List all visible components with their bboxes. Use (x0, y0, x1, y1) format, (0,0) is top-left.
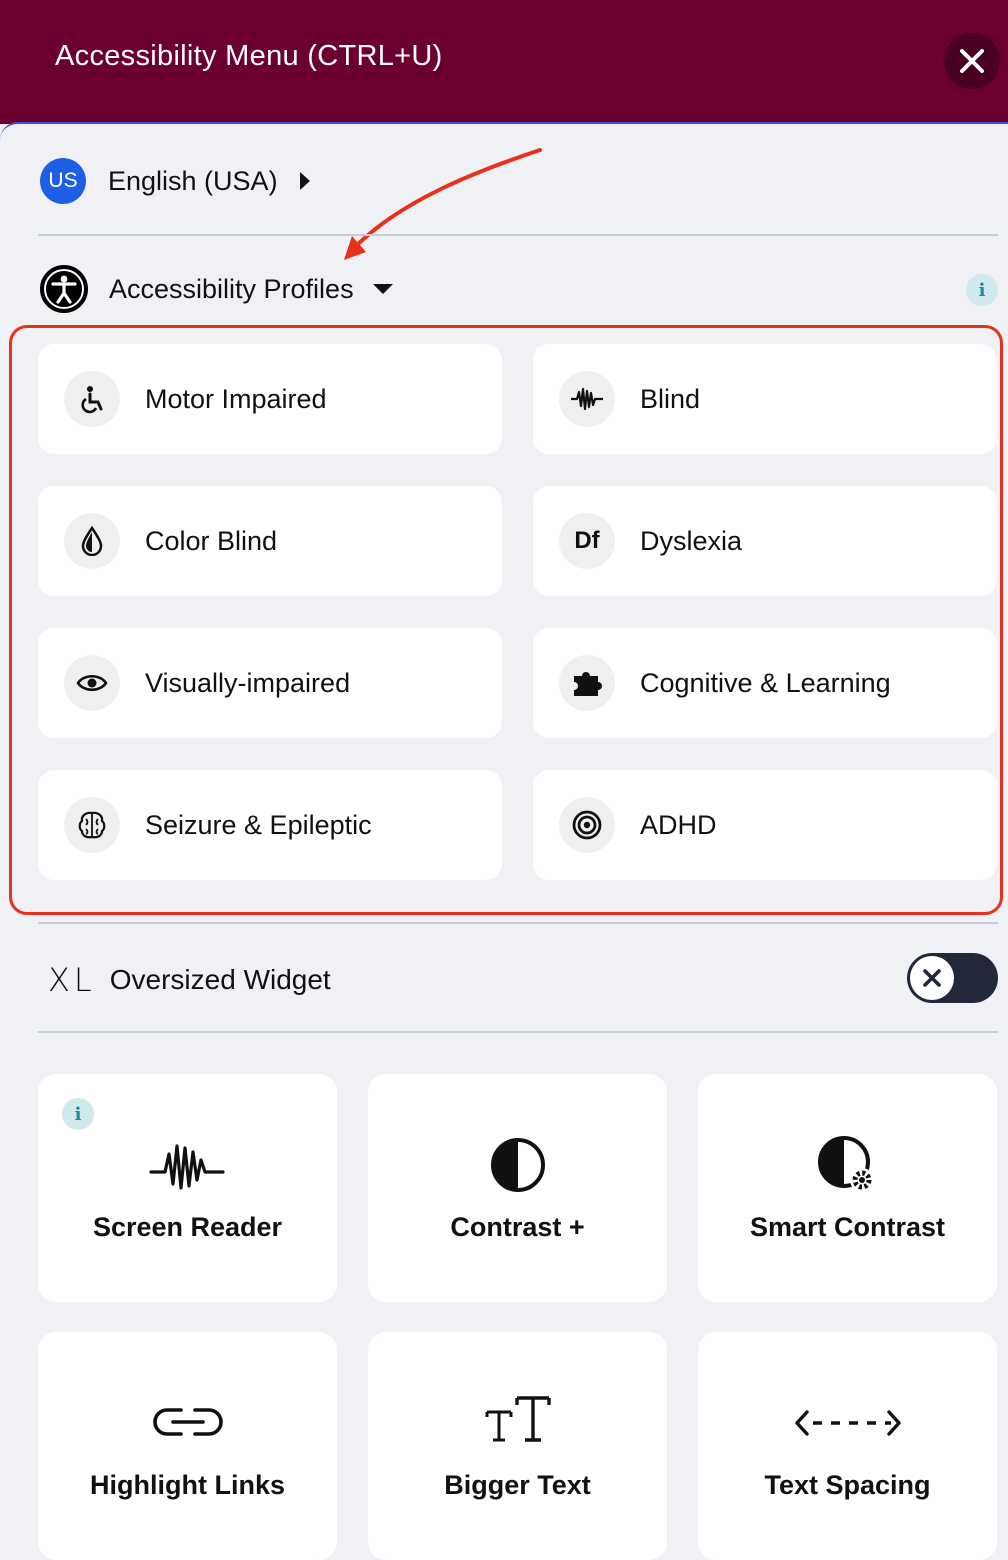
tool-contrast-plus[interactable]: Contrast + (368, 1074, 667, 1302)
tool-label: Highlight Links (90, 1470, 285, 1500)
tool-bigger-text[interactable]: Bigger Text (368, 1332, 667, 1560)
toggle-off-icon (923, 969, 941, 987)
divider (38, 1031, 998, 1033)
tool-label: Bigger Text (444, 1470, 591, 1500)
link-icon (152, 1408, 223, 1436)
oversized-widget-toggle[interactable] (907, 953, 998, 1003)
menu-title: Accessibility Menu (CTRL+U) (55, 40, 443, 72)
tool-smart-contrast[interactable]: Smart Contrast (698, 1074, 997, 1302)
close-button[interactable] (944, 33, 1000, 89)
toggle-knob (910, 956, 954, 1000)
divider (38, 234, 998, 236)
contrast-icon (490, 1138, 545, 1192)
tool-label: Screen Reader (92, 1212, 283, 1242)
us-flag-icon: US (40, 158, 86, 204)
profiles-toggle[interactable]: Accessibility Profiles (40, 264, 393, 314)
spacing-arrows-icon (794, 1410, 901, 1436)
caret-right-icon (299, 172, 310, 190)
annotation-arrow-icon (344, 148, 542, 260)
caret-down-icon (372, 284, 393, 294)
language-selector[interactable]: US English (USA) (40, 158, 310, 204)
text-size-icon (485, 1396, 551, 1442)
menu-header: Accessibility Menu (CTRL+U) (0, 0, 1008, 124)
close-icon (960, 49, 984, 73)
smart-contrast-icon (817, 1136, 874, 1192)
screen-reader-info-icon[interactable]: i (62, 1098, 94, 1130)
language-label: English (USA) (108, 165, 278, 196)
tool-label: Text Spacing (764, 1470, 931, 1500)
tool-label: Contrast + (450, 1212, 585, 1242)
profiles-info-icon[interactable]: i (966, 274, 998, 306)
sound-wave-icon (148, 1144, 225, 1190)
tool-screen-reader[interactable]: i Screen Reader (38, 1074, 337, 1302)
profiles-title: Accessibility Profiles (109, 273, 354, 304)
tool-label: Smart Contrast (749, 1212, 946, 1242)
oversized-widget-row: XL Oversized Widget (48, 958, 331, 1002)
oversized-widget-label: Oversized Widget (109, 964, 331, 995)
accessibility-person-icon (40, 265, 88, 313)
annotation-highlight-box (9, 325, 1003, 915)
tool-text-spacing[interactable]: Text Spacing (698, 1332, 997, 1560)
divider (38, 922, 998, 924)
xl-icon: XL (48, 961, 96, 999)
tool-highlight-links[interactable]: Highlight Links (38, 1332, 337, 1560)
